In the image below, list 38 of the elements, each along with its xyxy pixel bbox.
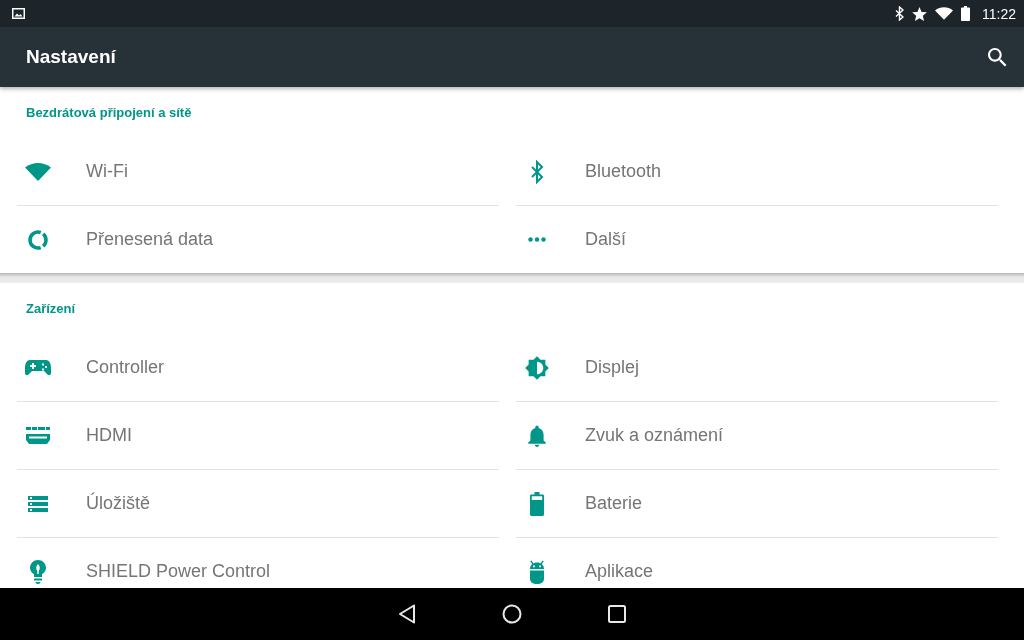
search-icon: [988, 47, 1007, 67]
settings-item[interactable]: Aplikace: [516, 538, 998, 588]
hdmi-icon: [26, 427, 50, 444]
settings-item[interactable]: HDMI: [17, 402, 499, 470]
home-icon[interactable]: [502, 604, 522, 624]
section-header: Zařízení: [26, 301, 76, 316]
settings-item[interactable]: Baterie: [516, 470, 998, 538]
settings-item[interactable]: Bluetooth: [516, 138, 998, 206]
settings-item[interactable]: Controller: [17, 334, 499, 402]
gamepad-icon: [25, 359, 51, 376]
ring-icon: [28, 229, 48, 250]
storage-icon: [27, 495, 49, 512]
recents-icon[interactable]: [608, 605, 626, 623]
settings-item[interactable]: Displej: [516, 334, 998, 402]
brightness-icon: [525, 355, 549, 380]
lightbulb-icon: [30, 559, 46, 584]
robot-icon: [528, 559, 546, 584]
bell-icon: [528, 424, 546, 447]
wifi-icon: [935, 7, 953, 20]
section-header: Bezdrátová připojení a sítě: [26, 105, 192, 120]
image-icon: [12, 8, 25, 19]
settings-item[interactable]: SHIELD Power Control: [17, 538, 499, 588]
back-icon[interactable]: [398, 604, 416, 624]
settings-item[interactable]: Přenesená data: [17, 206, 499, 273]
battery-icon: [530, 491, 544, 516]
search-button[interactable]: [988, 47, 1007, 67]
dots-icon: [528, 237, 546, 242]
status-time: 11:22: [982, 5, 1016, 22]
bluetooth-icon: [530, 159, 544, 184]
settings-item[interactable]: Úložiště: [17, 470, 499, 538]
settings-item[interactable]: Wi-Fi: [17, 138, 499, 206]
wifi-icon: [25, 162, 51, 181]
settings-item[interactable]: Zvuk a oznámení: [516, 402, 998, 470]
bluetooth-icon: [895, 6, 904, 21]
app-title: Nastavení: [26, 46, 116, 68]
settings-item[interactable]: Další: [516, 206, 998, 273]
battery-icon: [961, 6, 970, 21]
star-icon: [912, 6, 927, 21]
